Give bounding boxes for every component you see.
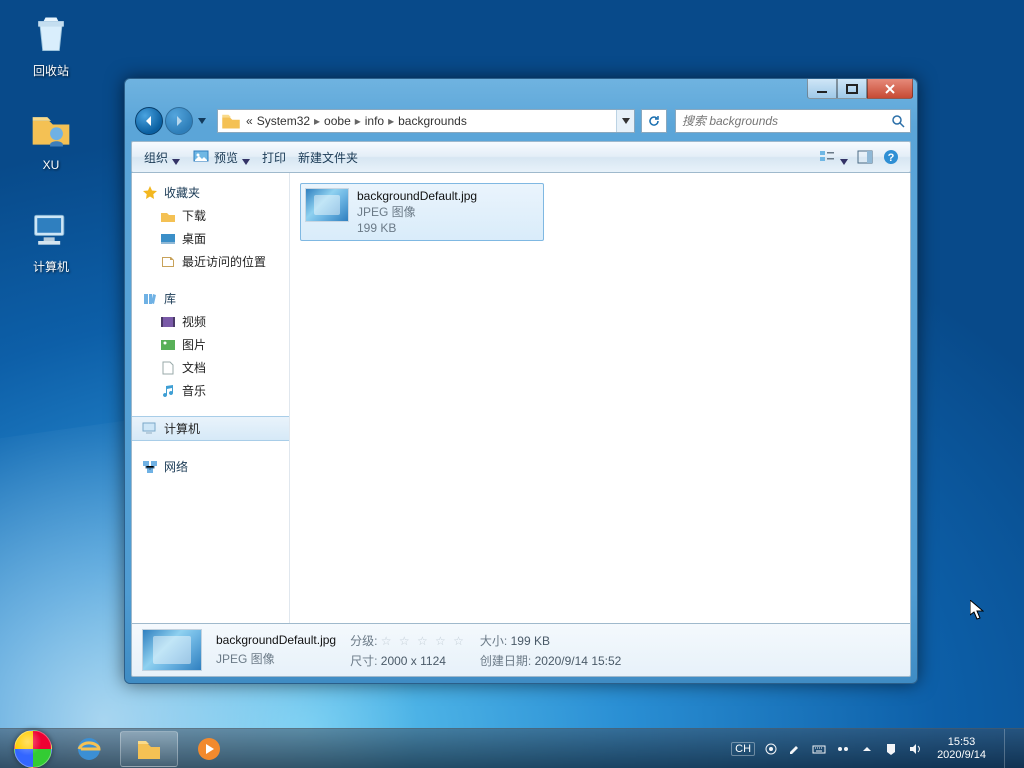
details-filename: backgroundDefault.jpg	[216, 633, 336, 647]
sidebar-computer[interactable]: 计算机	[132, 416, 289, 441]
file-name: backgroundDefault.jpg	[357, 188, 477, 204]
sidebar-recent[interactable]: 最近访问的位置	[132, 250, 289, 273]
svg-text:?: ?	[888, 152, 895, 164]
new-folder-button[interactable]: 新建文件夹	[292, 145, 364, 170]
sidebar-network[interactable]: 网络	[132, 455, 289, 478]
help-icon: ?	[882, 149, 900, 165]
details-filetype: JPEG 图像	[216, 650, 336, 667]
file-list-pane[interactable]: backgroundDefault.jpg JPEG 图像 199 KB	[290, 173, 910, 623]
file-thumbnail	[305, 188, 349, 222]
sidebar-libraries[interactable]: 库	[132, 287, 289, 310]
maximize-button[interactable]	[837, 79, 867, 99]
sidebar-pictures[interactable]: 图片	[132, 333, 289, 356]
view-options-button[interactable]	[814, 145, 852, 169]
address-bar[interactable]: « System32▸ oobe▸ info▸ backgrounds	[217, 109, 635, 133]
computer-icon	[27, 206, 75, 254]
ime-tool-icon[interactable]	[787, 741, 803, 757]
desktop-icon-label: 回收站	[12, 62, 90, 79]
ime-mode-icon[interactable]	[763, 741, 779, 757]
computer-icon	[142, 421, 158, 437]
ime-option-icon[interactable]	[835, 741, 851, 757]
taskbar-clock[interactable]: 15:53 2020/9/14	[931, 736, 992, 762]
organize-button[interactable]: 组织	[138, 145, 186, 170]
ime-keyboard-icon[interactable]	[811, 741, 827, 757]
breadcrumb-item[interactable]: backgrounds	[396, 114, 469, 128]
sidebar-music[interactable]: 音乐	[132, 379, 289, 402]
tray-expand-icon[interactable]	[859, 741, 875, 757]
breadcrumb-overflow[interactable]: «	[244, 114, 255, 128]
search-box[interactable]	[675, 109, 911, 133]
close-button[interactable]	[867, 79, 913, 99]
picture-icon	[160, 337, 176, 353]
view-icon	[818, 149, 836, 165]
forward-button[interactable]	[165, 107, 193, 135]
details-size: 199 KB	[511, 634, 550, 648]
preview-pane-button[interactable]	[852, 145, 878, 169]
desktop-folder-xu[interactable]: XU	[12, 106, 90, 172]
video-icon	[160, 314, 176, 330]
print-button[interactable]: 打印	[256, 145, 292, 170]
preview-icon	[192, 149, 210, 165]
file-size: 199 KB	[357, 220, 477, 236]
navigation-pane: 收藏夹 下载 桌面 最近访问的位置 库 视频 图片 文档 音乐 计算机 网络	[132, 173, 290, 623]
breadcrumb-item[interactable]: info	[363, 114, 386, 128]
volume-icon[interactable]	[907, 741, 923, 757]
recent-icon	[160, 254, 176, 270]
folder-icon	[27, 106, 75, 154]
window-controls	[807, 79, 913, 99]
music-icon	[160, 383, 176, 399]
rating-stars[interactable]: ☆ ☆ ☆ ☆ ☆	[381, 634, 466, 648]
breadcrumb-item[interactable]: System32	[255, 114, 312, 128]
back-button[interactable]	[135, 107, 163, 135]
pane-icon	[856, 149, 874, 165]
sidebar-documents[interactable]: 文档	[132, 356, 289, 379]
command-bar: 组织 预览 打印 新建文件夹 ?	[131, 141, 911, 173]
document-icon	[160, 360, 176, 376]
file-type: JPEG 图像	[357, 204, 477, 220]
folder-icon	[221, 111, 241, 131]
windows-orb-icon	[14, 730, 52, 768]
help-button[interactable]: ?	[878, 145, 904, 169]
star-icon	[142, 185, 158, 201]
breadcrumb-item[interactable]: oobe	[322, 114, 353, 128]
preview-button[interactable]: 预览	[186, 145, 256, 170]
system-tray: CH 15:53 2020/9/14	[731, 729, 1018, 768]
sidebar-videos[interactable]: 视频	[132, 310, 289, 333]
search-input[interactable]	[676, 114, 886, 128]
action-center-icon[interactable]	[883, 741, 899, 757]
desktop-computer[interactable]: 计算机	[12, 206, 90, 275]
mouse-cursor	[970, 600, 984, 620]
network-icon	[142, 459, 158, 475]
details-thumbnail	[142, 629, 202, 671]
file-item[interactable]: backgroundDefault.jpg JPEG 图像 199 KB	[300, 183, 544, 241]
refresh-button[interactable]	[641, 109, 667, 133]
recycle-bin-icon	[27, 10, 75, 58]
taskbar-wmp[interactable]	[180, 731, 238, 767]
desktop-icon-label: 计算机	[12, 258, 90, 275]
taskbar: CH 15:53 2020/9/14	[0, 728, 1024, 768]
sidebar-downloads[interactable]: 下载	[132, 204, 289, 227]
taskbar-explorer[interactable]	[120, 731, 178, 767]
show-desktop-button[interactable]	[1004, 729, 1018, 768]
details-pane: backgroundDefault.jpg JPEG 图像 分级: ☆ ☆ ☆ …	[131, 623, 911, 677]
library-icon	[142, 291, 158, 307]
taskbar-ie[interactable]	[60, 731, 118, 767]
start-button[interactable]	[6, 729, 60, 768]
details-dimensions: 2000 x 1124	[381, 654, 446, 668]
ime-language[interactable]: CH	[731, 742, 755, 756]
address-dropdown[interactable]	[616, 110, 634, 132]
sidebar-favorites[interactable]: 收藏夹	[132, 181, 289, 204]
search-icon	[886, 114, 910, 128]
history-dropdown[interactable]	[195, 111, 209, 131]
folder-icon	[160, 208, 176, 224]
navigation-bar: « System32▸ oobe▸ info▸ backgrounds	[131, 105, 911, 137]
details-created: 2020/9/14 15:52	[535, 654, 622, 668]
explorer-window: « System32▸ oobe▸ info▸ backgrounds 组织 预…	[124, 78, 918, 684]
desktop-icon	[160, 231, 176, 247]
desktop-icon-label: XU	[12, 158, 90, 172]
sidebar-desktop[interactable]: 桌面	[132, 227, 289, 250]
minimize-button[interactable]	[807, 79, 837, 99]
desktop-recycle-bin[interactable]: 回收站	[12, 10, 90, 79]
